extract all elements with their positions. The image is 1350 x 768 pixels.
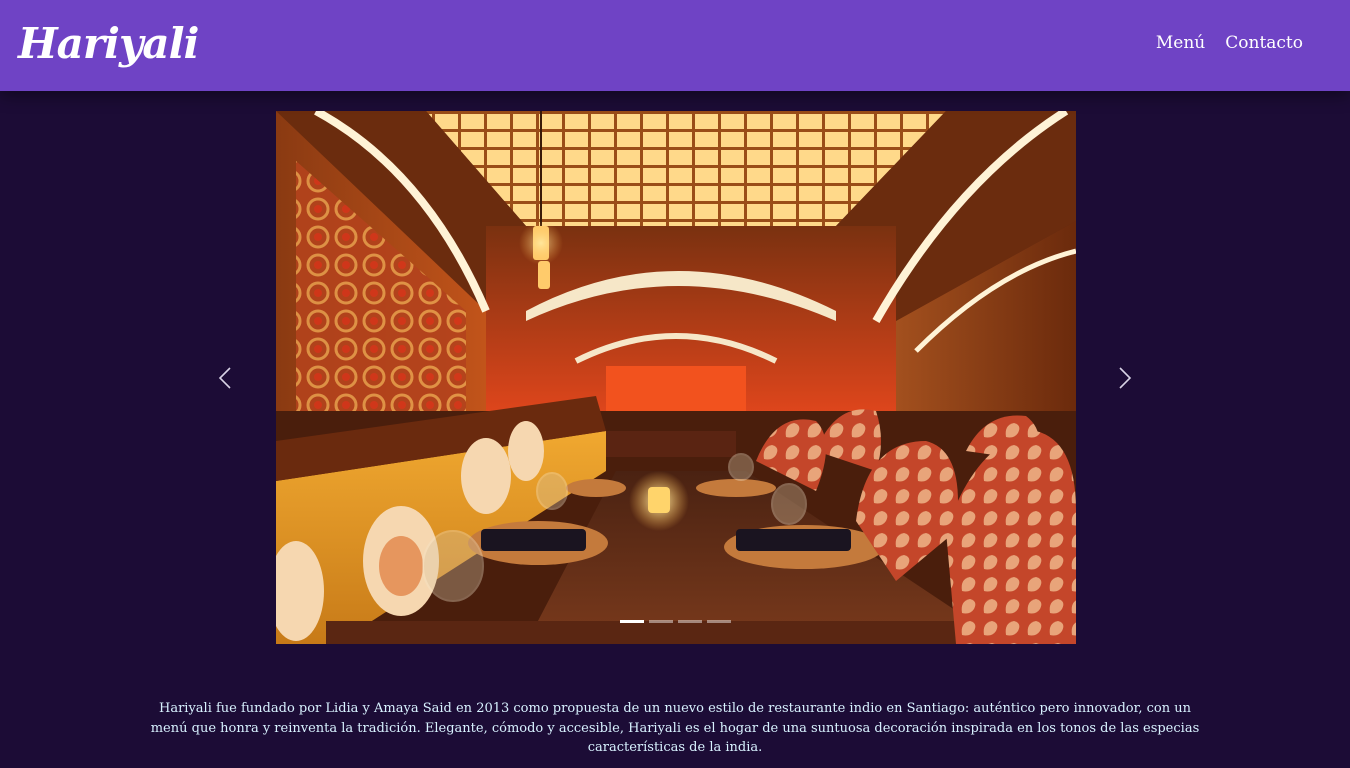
- nav-link-contacto[interactable]: Contacto: [1225, 33, 1303, 53]
- navbar: Hariyali Menú Contacto: [0, 0, 1350, 91]
- carousel-indicator-2[interactable]: [649, 620, 673, 623]
- restaurant-carousel[interactable]: [276, 111, 1076, 644]
- carousel-next-button[interactable]: [1112, 364, 1136, 392]
- chevron-left-icon: [218, 367, 231, 389]
- carousel-prev-button[interactable]: [214, 364, 238, 392]
- restaurant-interior-image: [276, 111, 1076, 644]
- about-description: Hariyali fue fundado por Lidia y Amaya S…: [150, 701, 1200, 755]
- carousel-indicators: [620, 620, 731, 623]
- carousel-indicator-4[interactable]: [707, 620, 731, 623]
- nav-links: Menú Contacto: [1156, 33, 1303, 53]
- brand-logo[interactable]: Hariyali: [18, 16, 200, 72]
- carousel-indicator-3[interactable]: [678, 620, 702, 623]
- chevron-right-icon: [1119, 367, 1132, 389]
- nav-link-menu[interactable]: Menú: [1156, 33, 1205, 53]
- carousel-indicator-1[interactable]: [620, 620, 644, 623]
